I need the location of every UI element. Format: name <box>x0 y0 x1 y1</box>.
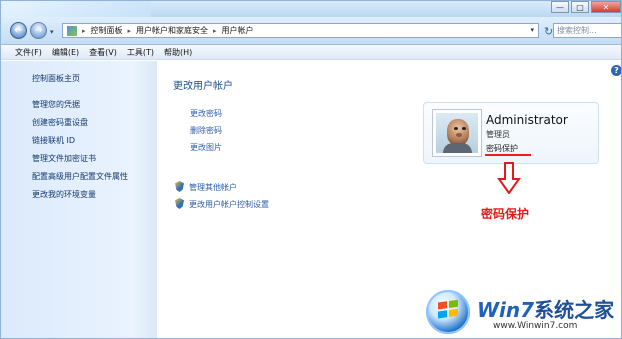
page-title: 更改用户帐户 <box>173 81 233 92</box>
menu-help[interactable]: 帮助(H) <box>164 47 192 58</box>
sidebar-item-manage-encryption-certificates[interactable]: 管理文件加密证书 <box>32 153 96 164</box>
title-bar: — □ ✕ <box>1 1 621 17</box>
sidebar-item-manage-credentials[interactable]: 管理您的凭据 <box>32 99 80 110</box>
manage-other-accounts-link[interactable]: 管理其他帐户 <box>189 182 237 193</box>
address-bar[interactable]: ▸ 控制面板 ▸ 用户帐户和家庭安全 ▸ 用户帐户 ▾ <box>62 23 539 38</box>
control-panel-window: — □ ✕ ← → ▾ ▸ 控制面板 ▸ 用户帐户和家庭安全 ▸ 用户帐户 ▾ … <box>0 0 622 339</box>
account-role: 管理员 <box>486 130 510 139</box>
breadcrumb-user-accounts-family-safety[interactable]: 用户帐户和家庭安全 <box>136 25 208 36</box>
help-icon[interactable]: ? <box>611 65 621 76</box>
breadcrumb-separator: ▸ <box>213 26 217 35</box>
password-status: 密码保护 <box>486 144 518 153</box>
menu-tools[interactable]: 工具(T) <box>127 47 154 58</box>
navigation-bar: ← → ▾ ▸ 控制面板 ▸ 用户帐户和家庭安全 ▸ 用户帐户 ▾ ↻ 搜索控制… <box>1 17 621 45</box>
breadcrumb-control-panel[interactable]: 控制面板 <box>91 25 123 36</box>
watermark-brand: Win7系统之家 <box>477 294 614 323</box>
search-input[interactable]: 搜索控制... <box>553 23 621 38</box>
menu-bar: 文件(F) 编辑(E) 查看(V) 工具(T) 帮助(H) <box>1 45 621 60</box>
watermark-url: www.Winwin7.com <box>493 321 578 331</box>
breadcrumb-user-accounts[interactable]: 用户帐户 <box>222 25 254 36</box>
menu-edit[interactable]: 编辑(E) <box>52 47 79 58</box>
sidebar-item-environment-variables[interactable]: 更改我的环境变量 <box>32 189 96 200</box>
recent-pages-dropdown[interactable]: ▾ <box>50 28 54 36</box>
address-dropdown-icon[interactable]: ▾ <box>530 26 534 34</box>
change-password-link[interactable]: 更改密码 <box>190 108 222 119</box>
close-button[interactable]: ✕ <box>591 1 621 13</box>
sidebar-item-link-online-id[interactable]: 链接联机 ID <box>32 135 75 146</box>
change-picture-link[interactable]: 更改图片 <box>190 142 222 153</box>
back-button[interactable]: ← <box>10 22 27 39</box>
avatar-nose <box>456 133 462 137</box>
sidebar: 控制面板主页 管理您的凭据 创建密码重设盘 链接联机 ID 管理文件加密证书 配… <box>1 61 158 338</box>
avatar-body <box>443 143 472 153</box>
avatar[interactable] <box>433 110 481 156</box>
control-panel-icon <box>67 25 77 36</box>
delete-password-link[interactable]: 删除密码 <box>190 125 222 136</box>
change-uac-settings-link[interactable]: 更改用户帐户控制设置 <box>189 199 269 210</box>
sidebar-item-control-panel-home[interactable]: 控制面板主页 <box>32 73 80 84</box>
down-arrow-icon <box>497 162 521 194</box>
menu-file[interactable]: 文件(F) <box>15 47 42 58</box>
title-bar-glow <box>1 1 151 17</box>
windows-flag-icon <box>438 299 460 320</box>
account-name: Administrator <box>486 113 568 127</box>
breadcrumb-separator: ▸ <box>82 26 86 35</box>
red-underline <box>485 154 531 156</box>
breadcrumb-separator: ▸ <box>127 26 132 35</box>
window-controls: — □ ✕ <box>549 1 621 15</box>
refresh-icon[interactable]: ↻ <box>544 25 553 38</box>
sidebar-item-profile-properties[interactable]: 配置高级用户配置文件属性 <box>32 171 128 182</box>
watermark-logo: Win7系统之家 www.Winwin7.com <box>421 286 621 338</box>
avatar-face <box>447 119 469 145</box>
annotation-label: 密码保护 <box>481 207 530 221</box>
maximize-button[interactable]: □ <box>571 1 589 13</box>
watermark-win7: Win7 <box>477 298 535 322</box>
menu-view[interactable]: 查看(V) <box>89 47 117 58</box>
minimize-button[interactable]: — <box>551 1 569 13</box>
avatar-eye <box>462 127 466 130</box>
watermark-brand-text: 系统之家 <box>534 298 615 322</box>
avatar-eye <box>454 127 458 130</box>
sidebar-item-create-reset-disk[interactable]: 创建密码重设盘 <box>32 117 88 128</box>
forward-button[interactable]: → <box>30 22 47 39</box>
